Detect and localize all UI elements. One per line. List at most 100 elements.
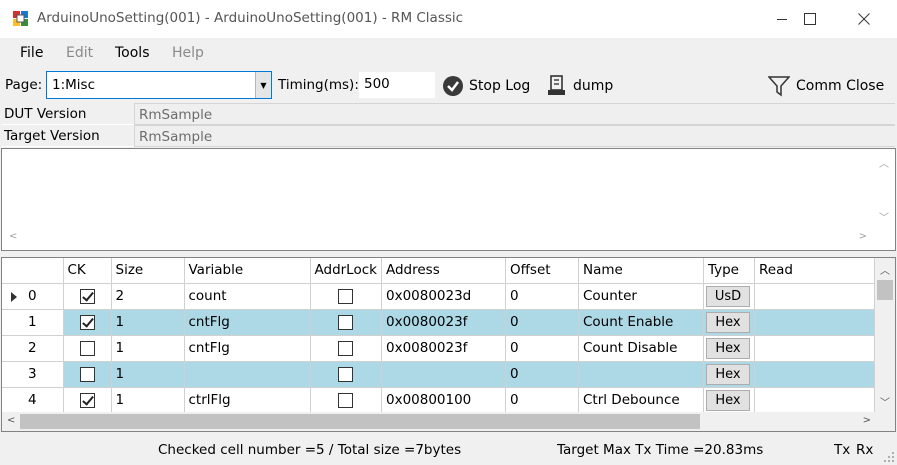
menu-tools[interactable]: Tools	[115, 45, 150, 61]
read-cell[interactable]	[754, 283, 875, 310]
ck-checkbox[interactable]	[79, 314, 95, 330]
read-cell[interactable]	[754, 361, 875, 388]
offset-cell[interactable]: 0	[505, 387, 579, 414]
menu-file[interactable]: File	[20, 45, 43, 61]
col-header-ck[interactable]: CK	[63, 258, 112, 284]
dropdown-arrow-icon[interactable]: ▼	[255, 72, 271, 98]
type-button[interactable]: Hex	[705, 363, 750, 385]
address-cell[interactable]: 0x0080023d	[381, 283, 506, 310]
row-header[interactable]: 1	[2, 309, 64, 336]
ck-checkbox[interactable]	[79, 392, 95, 408]
comm-close-button[interactable]: Comm Close	[768, 72, 884, 99]
offset-cell[interactable]: 0	[505, 283, 579, 310]
scroll-up-icon[interactable]: ︿	[879, 155, 889, 170]
offset-cell[interactable]: 0	[505, 335, 579, 362]
col-header-variable[interactable]: Variable	[184, 258, 311, 284]
stop-log-button[interactable]: Stop Log	[442, 72, 530, 99]
ck-checkbox[interactable]	[79, 366, 95, 382]
name-cell[interactable]	[578, 361, 704, 388]
scroll-right-icon[interactable]: >	[863, 415, 871, 426]
scroll-down-icon[interactable]: ﹀	[880, 394, 890, 409]
addrlock-checkbox[interactable]	[338, 392, 354, 408]
row-header[interactable]: 3	[2, 361, 64, 388]
size-cell[interactable]: 2	[111, 283, 185, 310]
row-header[interactable]: 2	[2, 335, 64, 362]
type-button[interactable]: Hex	[705, 337, 750, 359]
type-button[interactable]: Hex	[705, 311, 750, 333]
type-cell[interactable]: UsD	[703, 283, 755, 310]
scroll-left-icon[interactable]: <	[7, 415, 15, 426]
ck-cell[interactable]	[63, 309, 112, 336]
name-cell[interactable]: Count Disable	[578, 335, 704, 362]
size-cell[interactable]: 1	[111, 387, 185, 414]
ck-cell[interactable]	[63, 283, 112, 310]
scroll-right-icon[interactable]: >	[859, 231, 867, 242]
address-cell[interactable]: 0x0080023f	[381, 309, 506, 336]
addrlock-checkbox[interactable]	[338, 314, 354, 330]
grid-vertical-scrollbar[interactable]: ︿ ﹀	[875, 258, 895, 414]
type-cell[interactable]: Hex	[703, 387, 755, 414]
size-cell[interactable]: 1	[111, 335, 185, 362]
read-cell[interactable]	[754, 309, 875, 336]
timing-input[interactable]: 500	[359, 72, 435, 98]
addrlock-cell[interactable]	[310, 387, 382, 414]
variable-cell[interactable]: ctrlFlg	[184, 387, 311, 414]
ck-cell[interactable]	[63, 335, 112, 362]
table-row[interactable]: 4 1 ctrlFlg 0x00800100 0 Ctrl Debounce Hex	[2, 387, 875, 414]
close-button[interactable]	[841, 0, 887, 38]
col-header-offset[interactable]: Offset	[505, 258, 579, 284]
col-header-read[interactable]: Read	[754, 258, 875, 284]
grid-horizontal-scrollbar[interactable]: < >	[2, 412, 895, 431]
variable-cell[interactable]: cntFlg	[184, 309, 311, 336]
ck-checkbox[interactable]	[79, 288, 95, 304]
name-cell[interactable]: Ctrl Debounce	[578, 387, 704, 414]
name-cell[interactable]: Counter	[578, 283, 704, 310]
name-cell[interactable]: Count Enable	[578, 309, 704, 336]
type-button[interactable]: Hex	[705, 389, 750, 411]
table-row[interactable]: 3 1 0 Hex	[2, 361, 875, 388]
addrlock-cell[interactable]	[310, 361, 382, 388]
col-header-size[interactable]: Size	[111, 258, 185, 284]
row-header[interactable]: 4	[2, 387, 64, 414]
addrlock-cell[interactable]	[310, 335, 382, 362]
col-header-addrlock[interactable]: AddrLock	[310, 258, 382, 284]
col-header-name[interactable]: Name	[578, 258, 704, 284]
variable-cell[interactable]	[184, 361, 311, 388]
type-cell[interactable]: Hex	[703, 335, 755, 362]
resize-grip-icon[interactable]	[883, 451, 895, 463]
col-header-type[interactable]: Type	[703, 258, 755, 284]
dump-button[interactable]: dump	[547, 72, 613, 99]
addrlock-checkbox[interactable]	[338, 366, 354, 382]
row-header[interactable]: 0	[2, 283, 64, 310]
variable-cell[interactable]: count	[184, 283, 311, 310]
offset-cell[interactable]: 0	[505, 361, 579, 388]
page-select[interactable]: 1:Misc ▼	[46, 71, 272, 99]
table-row[interactable]: 0 2 count 0x0080023d 0 Counter UsD	[2, 283, 875, 310]
scroll-down-icon[interactable]: ﹀	[879, 209, 889, 224]
grid-vertical-scroll-thumb[interactable]	[877, 280, 893, 300]
scroll-up-icon[interactable]: ︿	[880, 262, 890, 277]
grid-horizontal-scroll-thumb[interactable]	[20, 414, 700, 429]
addrlock-cell[interactable]	[310, 283, 382, 310]
address-cell[interactable]: 0x0080023f	[381, 335, 506, 362]
log-textarea[interactable]: ︿ ﹀ < >	[1, 148, 896, 251]
size-cell[interactable]: 1	[111, 361, 185, 388]
maximize-button[interactable]	[787, 0, 833, 38]
menu-edit[interactable]: Edit	[66, 45, 93, 61]
type-cell[interactable]: Hex	[703, 361, 755, 388]
table-row[interactable]: 2 1 cntFlg 0x0080023f 0 Count Disable Hex	[2, 335, 875, 362]
addrlock-checkbox[interactable]	[338, 288, 354, 304]
offset-cell[interactable]: 0	[505, 309, 579, 336]
ck-cell[interactable]	[63, 361, 112, 388]
addrlock-cell[interactable]	[310, 309, 382, 336]
read-cell[interactable]	[754, 387, 875, 414]
scroll-left-icon[interactable]: <	[9, 231, 17, 242]
addrlock-checkbox[interactable]	[338, 340, 354, 356]
size-cell[interactable]: 1	[111, 309, 185, 336]
read-cell[interactable]	[754, 335, 875, 362]
ck-checkbox[interactable]	[79, 340, 95, 356]
type-button[interactable]: UsD	[705, 285, 750, 307]
menu-help[interactable]: Help	[172, 45, 204, 61]
address-cell[interactable]	[381, 361, 506, 388]
ck-cell[interactable]	[63, 387, 112, 414]
